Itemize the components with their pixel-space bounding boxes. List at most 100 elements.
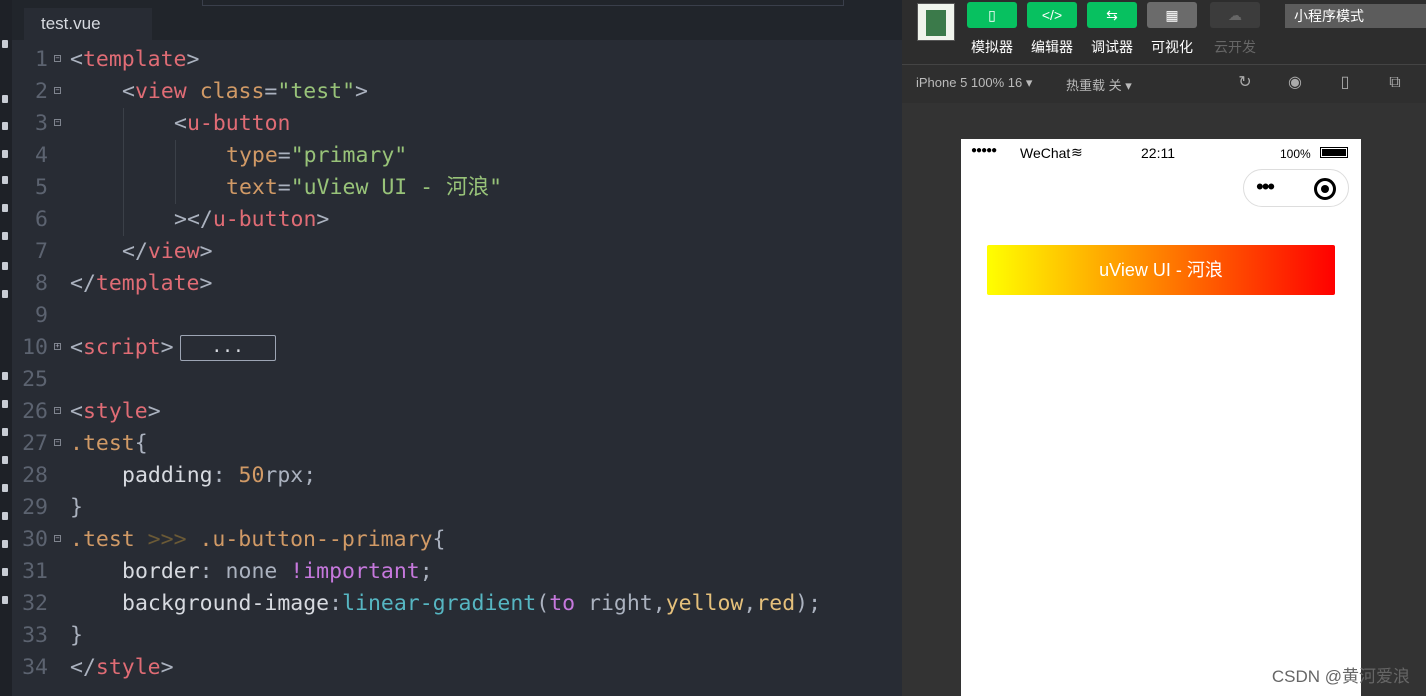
indent-guide <box>123 172 124 204</box>
phone-status-bar: ●●●●● WeChat ≋ 22:11 100% <box>961 139 1361 167</box>
code-line[interactable]: 6 ></u-button> <box>12 204 902 236</box>
code-token: ); <box>795 591 822 616</box>
code-token: </ <box>70 271 96 296</box>
watermark: CSDN @黄河爱浪 <box>1271 667 1410 686</box>
device-icon[interactable]: ▯ <box>1336 74 1354 92</box>
debug-icon: ⇆ <box>1106 7 1118 23</box>
code-line[interactable]: 31 border: none !important; <box>12 556 902 588</box>
code-text: ></u-button> <box>174 204 329 236</box>
code-token: </ <box>122 239 148 264</box>
line-number: 32 <box>22 591 48 616</box>
line-number: 9 <box>35 303 48 328</box>
code-token: rpx; <box>264 463 317 488</box>
code-token: > <box>186 47 200 72</box>
code-line[interactable]: 25 <box>12 364 902 396</box>
code-toggle-button[interactable]: </> <box>1027 2 1077 28</box>
code-token: </ <box>70 655 96 680</box>
code-text: } <box>70 620 83 652</box>
code-line[interactable]: 27− .test{ <box>12 428 902 460</box>
code-line[interactable]: 30− .test >>> .u-button--primary{ <box>12 524 902 556</box>
collapse-fold-icon[interactable]: − <box>54 439 61 446</box>
code-text: padding: 50rpx; <box>122 460 316 492</box>
code-line[interactable]: 7 </view> <box>12 236 902 268</box>
line-number: 31 <box>22 559 48 584</box>
code-token: ( <box>536 591 550 616</box>
code-line[interactable]: 33} <box>12 620 902 652</box>
code-token: > <box>199 271 213 296</box>
collapse-fold-icon[interactable]: − <box>54 407 61 414</box>
code-line[interactable]: 5 text="uView UI - 河浪" <box>12 172 902 204</box>
cloud-icon: ☁ <box>1228 7 1242 23</box>
code-token: : none <box>199 559 291 584</box>
code-token: to <box>549 591 576 616</box>
refresh-icon[interactable]: ↻ <box>1236 74 1254 92</box>
code-line[interactable]: 32 background-image:linear-gradient(to ri… <box>12 588 902 620</box>
layout-icon: ▦ <box>1165 7 1179 23</box>
code-line[interactable]: 10 + <script>... <box>12 332 902 364</box>
code-line[interactable]: 3− <u-button <box>12 108 902 140</box>
line-number: 8 <box>35 271 48 296</box>
phone-icon: ▯ <box>988 7 996 23</box>
code-line[interactable]: 34 </style> <box>12 652 902 684</box>
line-number: 2 <box>35 79 48 104</box>
code-token: < <box>122 79 135 104</box>
line-number: 1 <box>35 47 48 72</box>
detach-window-icon[interactable]: ⧉ <box>1386 74 1404 92</box>
capsule-menu[interactable]: ••• <box>1243 169 1349 207</box>
collapsed-block-button[interactable]: ... <box>179 335 276 361</box>
code-token: .test <box>70 527 135 552</box>
debug-toggle-button[interactable]: ⇆ <box>1087 2 1137 28</box>
code-token: > <box>160 655 174 680</box>
code-editor[interactable]: test.vue 1− <template> 2− <view class="test… <box>12 0 902 696</box>
primary-button[interactable]: uView UI - 河浪 <box>987 245 1335 295</box>
hot-reload-toggle[interactable]: 热重载 关 ▾ <box>1066 75 1132 94</box>
code-token: red <box>756 591 796 616</box>
code-token: ></ <box>174 207 213 232</box>
strip-marker <box>2 428 8 436</box>
collapse-fold-icon[interactable]: − <box>54 535 61 542</box>
code-line[interactable]: 1− <template> <box>12 44 902 76</box>
code-token: view <box>134 79 187 104</box>
line-number: 4 <box>35 143 48 168</box>
collapse-fold-icon[interactable]: − <box>54 119 61 126</box>
code-text: .test{ <box>70 428 148 460</box>
collapse-fold-icon[interactable]: − <box>54 55 61 62</box>
indent-guide <box>175 172 176 204</box>
line-number: 28 <box>22 463 48 488</box>
code-text: background-image:linear-gradient(to righ… <box>122 588 821 620</box>
strip-marker <box>2 484 8 492</box>
code-area[interactable]: 1− <template> 2− <view class="test"> 3− <u-bu… <box>12 44 902 684</box>
mode-select[interactable]: 小程序模式 <box>1285 4 1426 28</box>
strip-marker <box>2 262 8 270</box>
code-text: border: none !important; <box>122 556 433 588</box>
code-line[interactable]: 4 type="primary" <box>12 140 902 172</box>
expand-fold-icon[interactable]: + <box>54 343 61 350</box>
code-token: "uView UI - 河浪" <box>290 175 503 200</box>
strip-marker <box>2 95 8 103</box>
layout-toggle-button[interactable]: ▦ <box>1147 2 1197 28</box>
code-token: padding <box>122 463 213 488</box>
code-token: } <box>70 495 83 520</box>
code-token: : <box>212 463 239 488</box>
code-token: > <box>199 239 213 264</box>
code-line[interactable]: 8 </template> <box>12 268 902 300</box>
more-icon[interactable]: ••• <box>1256 175 1275 199</box>
phone-toggle-button[interactable]: ▯ <box>967 2 1017 28</box>
code-line[interactable]: 9 <box>12 300 902 332</box>
code-token: } <box>70 623 83 648</box>
code-line[interactable]: 28 padding: 50rpx; <box>12 460 902 492</box>
device-select[interactable]: iPhone 5 100% 16 ▾ <box>916 75 1032 91</box>
code-line[interactable]: 2− <view class="test"> <box>12 76 902 108</box>
collapse-fold-icon[interactable]: − <box>54 87 61 94</box>
code-line[interactable]: 29} <box>12 492 902 524</box>
close-miniprogram-icon[interactable] <box>1314 178 1336 200</box>
code-text: .test >>> .u-button--primary{ <box>70 524 445 556</box>
code-token: > <box>160 335 174 360</box>
tab-test-vue[interactable]: test.vue <box>24 8 152 40</box>
code-token: script <box>82 335 161 360</box>
project-avatar[interactable] <box>917 3 955 41</box>
code-line[interactable]: 26− <style> <box>12 396 902 428</box>
code-text: <style> <box>70 396 161 428</box>
stop-icon[interactable]: ◉ <box>1286 74 1304 92</box>
cloud-toggle-button[interactable]: ☁ <box>1210 2 1260 28</box>
